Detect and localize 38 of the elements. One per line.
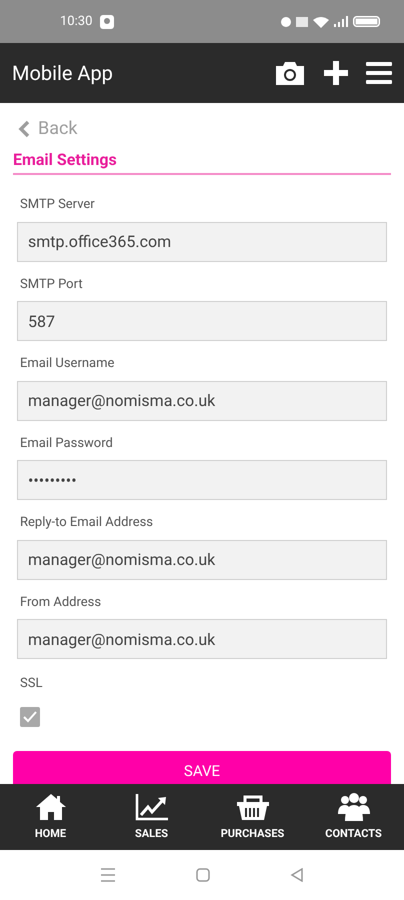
input-field[interactable]: manager@nomisma.co.uk [17, 540, 387, 580]
field-label: SMTP Server [19, 196, 96, 214]
nav-tab[interactable]: CONTACTS [303, 784, 404, 850]
field-label: Email Password [19, 434, 114, 452]
nav-tab[interactable]: PURCHASES [202, 784, 303, 850]
camera-icon[interactable] [274, 60, 306, 86]
section-title: Email Settings [13, 148, 391, 175]
ssl-label: SSL [19, 675, 44, 693]
recents-icon[interactable] [100, 868, 116, 882]
input-field[interactable]: manager@nomisma.co.uk [17, 380, 387, 420]
line-chart-icon [134, 792, 170, 822]
nav-tab[interactable]: HOME [0, 784, 101, 850]
alarm-icon [281, 16, 291, 26]
home-square-icon[interactable] [196, 868, 210, 882]
field-label: Reply-to Email Address [19, 514, 154, 532]
input-field[interactable]: 587 [17, 301, 387, 341]
nav-tab[interactable]: SALES [101, 784, 202, 850]
field-label: From Address [19, 594, 102, 612]
signal-icon [334, 16, 348, 27]
input-field[interactable]: ••••••••• [17, 460, 387, 500]
check-icon [23, 710, 37, 722]
people-icon [336, 792, 372, 822]
notification-icon [100, 14, 114, 28]
save-button[interactable]: SAVE [13, 750, 391, 784]
input-field[interactable]: smtp.office365.com [17, 222, 387, 262]
menu-icon[interactable] [366, 62, 392, 84]
chevron-left-icon [18, 120, 30, 138]
field-label: Email Username [19, 355, 116, 373]
battery-icon [353, 16, 380, 27]
ssl-checkbox[interactable] [20, 706, 40, 726]
status-time: 10:30 [60, 12, 92, 31]
app-title: Mobile App [12, 60, 113, 87]
wifi-icon [313, 16, 329, 28]
house-icon [34, 792, 68, 822]
input-field[interactable]: manager@nomisma.co.uk [17, 619, 387, 659]
field-label: SMTP Port [19, 276, 84, 294]
add-icon[interactable] [324, 61, 348, 85]
back-triangle-icon[interactable] [290, 868, 304, 882]
